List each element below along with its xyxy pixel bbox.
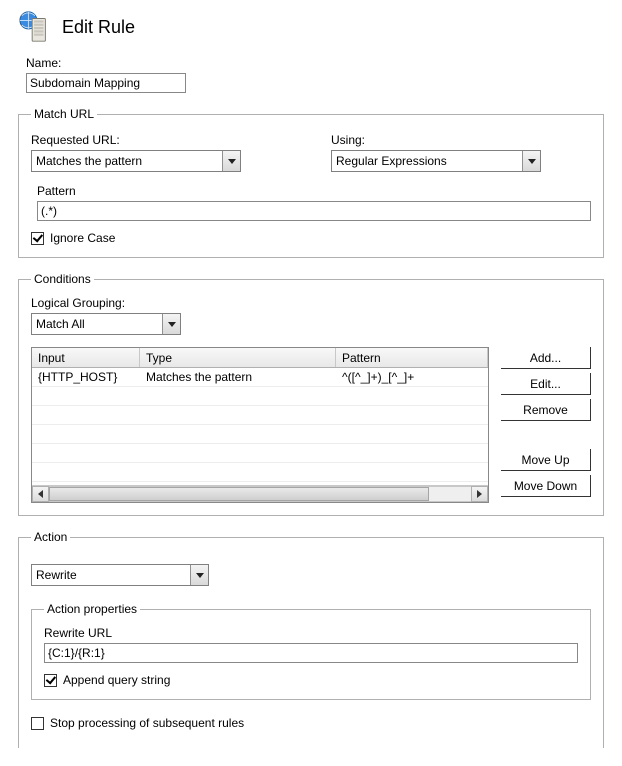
conditions-table[interactable]: Input Type Pattern {HTTP_HOST} Matches t… xyxy=(31,347,489,503)
edit-button[interactable]: Edit... xyxy=(501,373,591,395)
conditions-legend: Conditions xyxy=(31,272,94,286)
server-globe-icon xyxy=(18,10,52,44)
action-group: Action Rewrite Action properties Rewrite… xyxy=(18,530,604,748)
scroll-thumb[interactable] xyxy=(49,487,429,501)
th-type[interactable]: Type xyxy=(140,348,336,367)
logical-grouping-value: Match All xyxy=(36,317,85,331)
append-query-label: Append query string xyxy=(63,673,170,687)
add-button[interactable]: Add... xyxy=(501,347,591,369)
cell-pattern: ^([^_]+)_[^_]+ xyxy=(336,370,488,384)
rewrite-url-label: Rewrite URL xyxy=(44,626,578,640)
name-input[interactable] xyxy=(26,73,186,93)
pattern-label: Pattern xyxy=(37,184,591,198)
chevron-down-icon xyxy=(522,151,540,171)
using-value: Regular Expressions xyxy=(336,154,447,168)
rewrite-url-input[interactable] xyxy=(44,643,578,663)
conditions-group: Conditions Logical Grouping: Match All I… xyxy=(18,272,604,516)
scroll-right-icon[interactable] xyxy=(471,486,488,502)
logical-grouping-label: Logical Grouping: xyxy=(31,296,591,310)
pattern-input[interactable] xyxy=(37,201,591,221)
match-url-legend: Match URL xyxy=(31,107,97,121)
stop-processing-label: Stop processing of subsequent rules xyxy=(50,716,244,730)
action-type-value: Rewrite xyxy=(36,568,77,582)
page-title: Edit Rule xyxy=(62,17,135,38)
cell-input: {HTTP_HOST} xyxy=(32,370,140,384)
requested-url-label: Requested URL: xyxy=(31,133,241,147)
requested-url-value: Matches the pattern xyxy=(36,154,142,168)
th-pattern[interactable]: Pattern xyxy=(336,348,488,367)
chevron-down-icon xyxy=(162,314,180,334)
move-down-button[interactable]: Move Down xyxy=(501,475,591,497)
move-up-button[interactable]: Move Up xyxy=(501,449,591,471)
using-select[interactable]: Regular Expressions xyxy=(331,150,541,172)
action-properties-group: Action properties Rewrite URL Append que… xyxy=(31,602,591,700)
chevron-down-icon xyxy=(190,565,208,585)
logical-grouping-select[interactable]: Match All xyxy=(31,313,181,335)
scroll-left-icon[interactable] xyxy=(32,486,49,502)
action-legend: Action xyxy=(31,530,70,544)
name-label: Name: xyxy=(26,56,604,70)
ignore-case-checkbox[interactable] xyxy=(31,232,44,245)
cell-type: Matches the pattern xyxy=(140,370,336,384)
chevron-down-icon xyxy=(222,151,240,171)
append-query-checkbox[interactable] xyxy=(44,674,57,687)
requested-url-select[interactable]: Matches the pattern xyxy=(31,150,241,172)
stop-processing-checkbox[interactable] xyxy=(31,717,44,730)
horizontal-scrollbar[interactable] xyxy=(32,485,488,502)
remove-button[interactable]: Remove xyxy=(501,399,591,421)
match-url-group: Match URL Requested URL: Matches the pat… xyxy=(18,107,604,258)
ignore-case-label: Ignore Case xyxy=(50,231,115,245)
table-row[interactable]: {HTTP_HOST} Matches the pattern ^([^_]+)… xyxy=(32,368,488,387)
using-label: Using: xyxy=(331,133,541,147)
th-input[interactable]: Input xyxy=(32,348,140,367)
action-type-select[interactable]: Rewrite xyxy=(31,564,209,586)
action-properties-legend: Action properties xyxy=(44,602,140,616)
